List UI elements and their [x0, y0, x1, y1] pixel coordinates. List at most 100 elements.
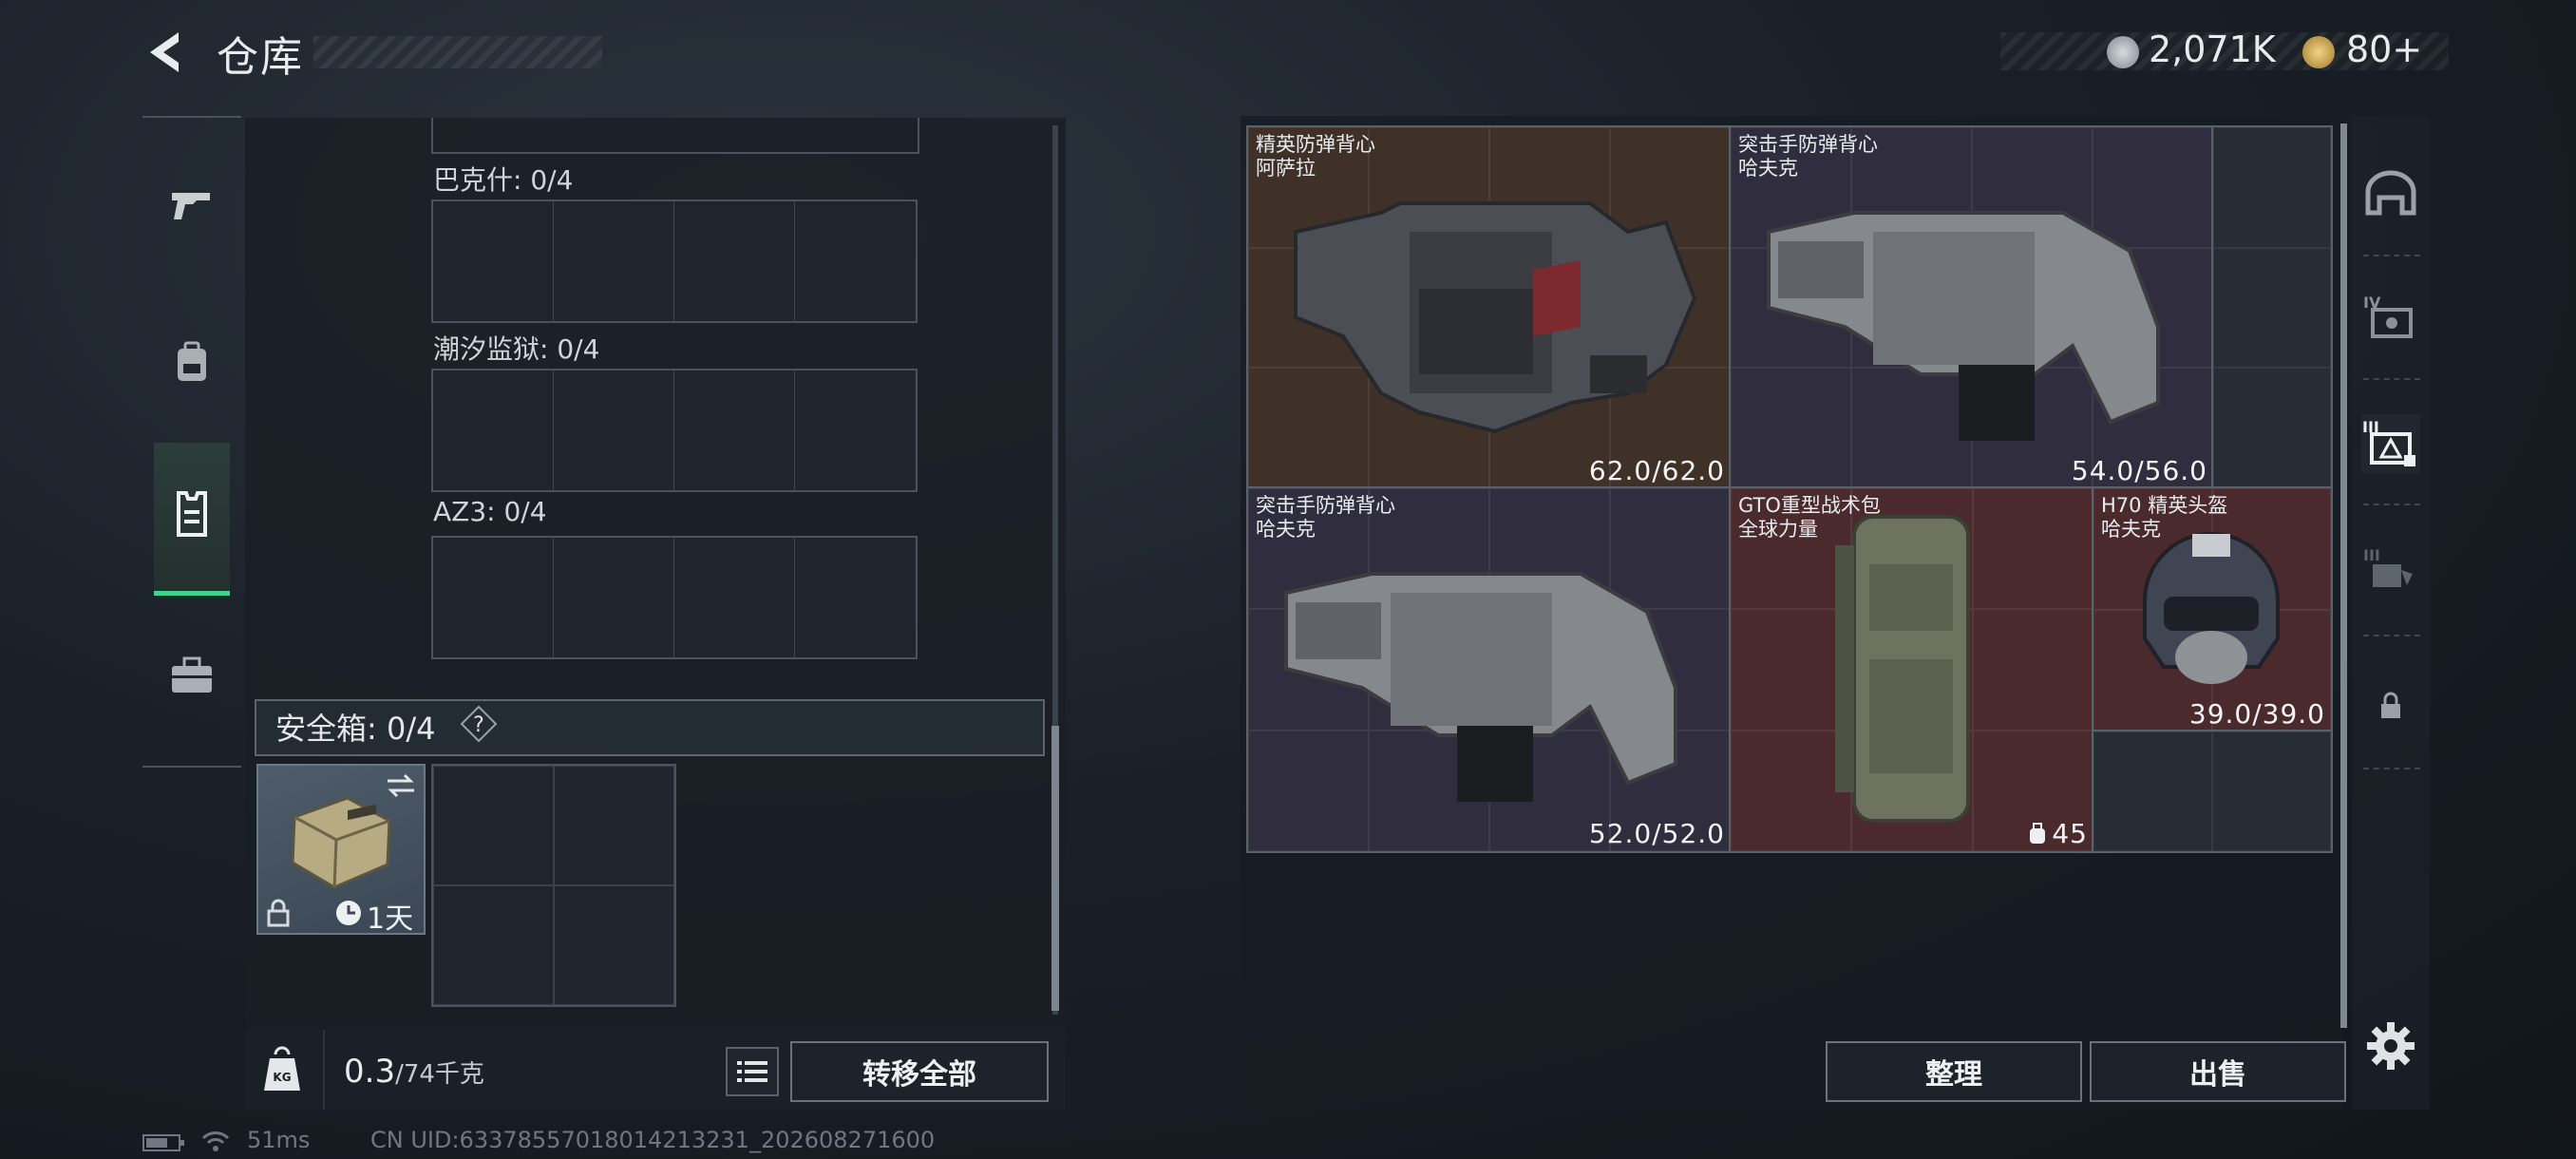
inventory-item-elite-vest[interactable]: 精英防弹背心 阿萨拉 62.0/62.0	[1246, 125, 1733, 490]
item-name-line2: 阿萨拉	[1256, 157, 1316, 180]
vest-image	[1767, 211, 2160, 441]
item-name-line1: 精英防弹背心	[1256, 133, 1375, 156]
rail-separator	[2363, 635, 2420, 636]
title-stripe	[313, 36, 602, 68]
item-durability: 52.0/52.0	[1588, 818, 1725, 849]
weight-readout: 0.3/74千克	[344, 1053, 484, 1091]
backpack-capacity-icon	[2030, 822, 2046, 844]
weight-max: /74千克	[395, 1060, 484, 1089]
item-name: H70 精英头盔 哈夫克	[2101, 494, 2227, 542]
armor-iii-icon: III	[2362, 418, 2415, 466]
rail-briefcase[interactable]	[154, 604, 230, 747]
right-scrollbar[interactable]	[2340, 124, 2347, 1028]
safe-container-icon	[291, 796, 391, 889]
inventory-item-gto-backpack[interactable]: GTO重型战术包 全球力量 45	[1729, 486, 2095, 853]
item-name-line2: 哈夫克	[2101, 518, 2161, 541]
top-slot-grid-partial	[431, 118, 919, 154]
backpack-icon	[178, 341, 206, 381]
inventory-item-assault-vest-1[interactable]: 突击手防弹背心 哈夫克 54.0/56.0	[1729, 125, 2215, 490]
vest-icon	[177, 491, 207, 537]
page-title: 仓库	[217, 33, 304, 82]
weight-kg-icon: KG	[264, 1046, 300, 1091]
armor-iii-alt-icon: III	[2363, 546, 2413, 587]
item-capacity-value: 45	[2052, 818, 2088, 849]
item-durability: 62.0/62.0	[1588, 455, 1725, 486]
gold-coin-icon	[2302, 36, 2335, 68]
empty-slot[interactable]	[2092, 730, 2333, 853]
rail-armor-iv-filter[interactable]: IV	[2361, 287, 2420, 346]
list-icon	[737, 1061, 767, 1082]
item-name-line1: 突击手防弹背心	[1738, 133, 1878, 156]
gold-currency-value: 80+	[2346, 28, 2423, 70]
swap-icon[interactable]	[384, 771, 418, 800]
user-uid: CN UID:6337855701801421323​1_20260827160…	[370, 1127, 936, 1153]
weight-divider	[323, 1030, 325, 1110]
item-name-line1: 突击手防弹背心	[1256, 494, 1395, 517]
item-name: GTO重型战术包 全球力量	[1738, 494, 1881, 542]
armor-iv-icon: IV	[2363, 294, 2413, 338]
help-icon-glyph: ?	[473, 713, 484, 737]
battery-icon	[142, 1134, 184, 1151]
vest-image	[1284, 572, 1677, 802]
rail-weapons[interactable]	[154, 133, 230, 276]
slot-grid-bakshi[interactable]	[431, 200, 918, 323]
inventory-item-h70-helmet[interactable]: H70 精英头盔 哈夫克 39.0/39.0	[2092, 486, 2333, 733]
sort-button[interactable]: 整理	[1826, 1041, 2082, 1102]
right-category-rail	[2352, 116, 2430, 1110]
wifi-icon	[201, 1131, 230, 1151]
slot-grid-tidal-prison[interactable]	[431, 369, 918, 492]
transfer-all-button[interactable]: 转移全部	[790, 1041, 1049, 1102]
item-durability: 54.0/56.0	[2071, 455, 2207, 486]
rail-backpack[interactable]	[154, 291, 230, 433]
svg-text:III: III	[2363, 546, 2380, 564]
sell-button[interactable]: 出售	[2090, 1041, 2346, 1102]
safe-item-timer: 1天	[367, 902, 414, 936]
item-name-line1: GTO重型战术包	[1738, 494, 1881, 517]
safe-box-item[interactable]: 1天	[256, 764, 426, 936]
vest-image	[1294, 201, 1697, 434]
item-durability: 39.0/39.0	[2188, 698, 2325, 730]
section-label-tidal-prison: 潮汐监狱: 0/4	[433, 333, 600, 365]
item-name-line2: 全球力量	[1738, 518, 1818, 541]
gun-icon	[172, 193, 210, 219]
item-name: 突击手防弹背心 哈夫克	[1738, 133, 1878, 180]
item-name: 精英防弹背心 阿萨拉	[1256, 133, 1375, 180]
rail-separator	[2363, 504, 2420, 505]
list-view-button[interactable]	[726, 1047, 779, 1096]
item-name: 突击手防弹背心 哈夫克	[1256, 494, 1395, 542]
inventory-item-assault-vest-2[interactable]: 突击手防弹背心 哈夫克 52.0/52.0	[1246, 486, 1733, 853]
rail-locked-slot	[2361, 676, 2420, 735]
lock-icon	[2381, 692, 2400, 718]
section-label-bakshi: 巴克什: 0/4	[433, 164, 574, 196]
left-scrollbar-thumb[interactable]	[1051, 726, 1059, 1011]
back-arrow-icon[interactable]	[141, 27, 186, 78]
backpack-image	[1835, 515, 1970, 823]
rail-separator	[2363, 378, 2420, 380]
rail-vest[interactable]	[154, 443, 230, 585]
rail-armor-iii-filter-active[interactable]: III	[2361, 414, 2420, 473]
silver-currency-value: 2,071K	[2149, 28, 2276, 70]
weight-current: 0.3	[344, 1053, 396, 1091]
clock-icon	[336, 901, 361, 925]
silver-coin-icon	[2107, 36, 2139, 68]
svg-text:KG: KG	[273, 1071, 291, 1084]
item-name-line1: H70 精英头盔	[2101, 494, 2228, 517]
settings-gear-icon[interactable]	[2365, 1020, 2416, 1072]
section-label-az3: AZ3: 0/4	[433, 496, 547, 527]
rail-separator	[2363, 768, 2420, 770]
empty-slot[interactable]	[2211, 125, 2333, 490]
rail-separator	[2363, 255, 2420, 256]
helmet-image	[2143, 532, 2280, 684]
item-name-line2: 哈夫克	[1256, 518, 1316, 541]
safe-box-grid[interactable]	[431, 764, 676, 1007]
help-icon[interactable]: ?	[460, 705, 498, 743]
safe-box-label: 安全箱: 0/4	[275, 711, 436, 747]
slot-grid-az3[interactable]	[431, 536, 918, 659]
rail-helmet-filter[interactable]	[2361, 163, 2420, 222]
lock-icon	[267, 899, 290, 927]
briefcase-icon	[172, 656, 212, 693]
ping-value: 51ms	[247, 1127, 311, 1153]
rail-armor-iii-alt-filter[interactable]: III	[2361, 540, 2420, 598]
item-name-line2: 哈夫克	[1738, 157, 1798, 180]
helmet-icon	[2365, 170, 2416, 216]
